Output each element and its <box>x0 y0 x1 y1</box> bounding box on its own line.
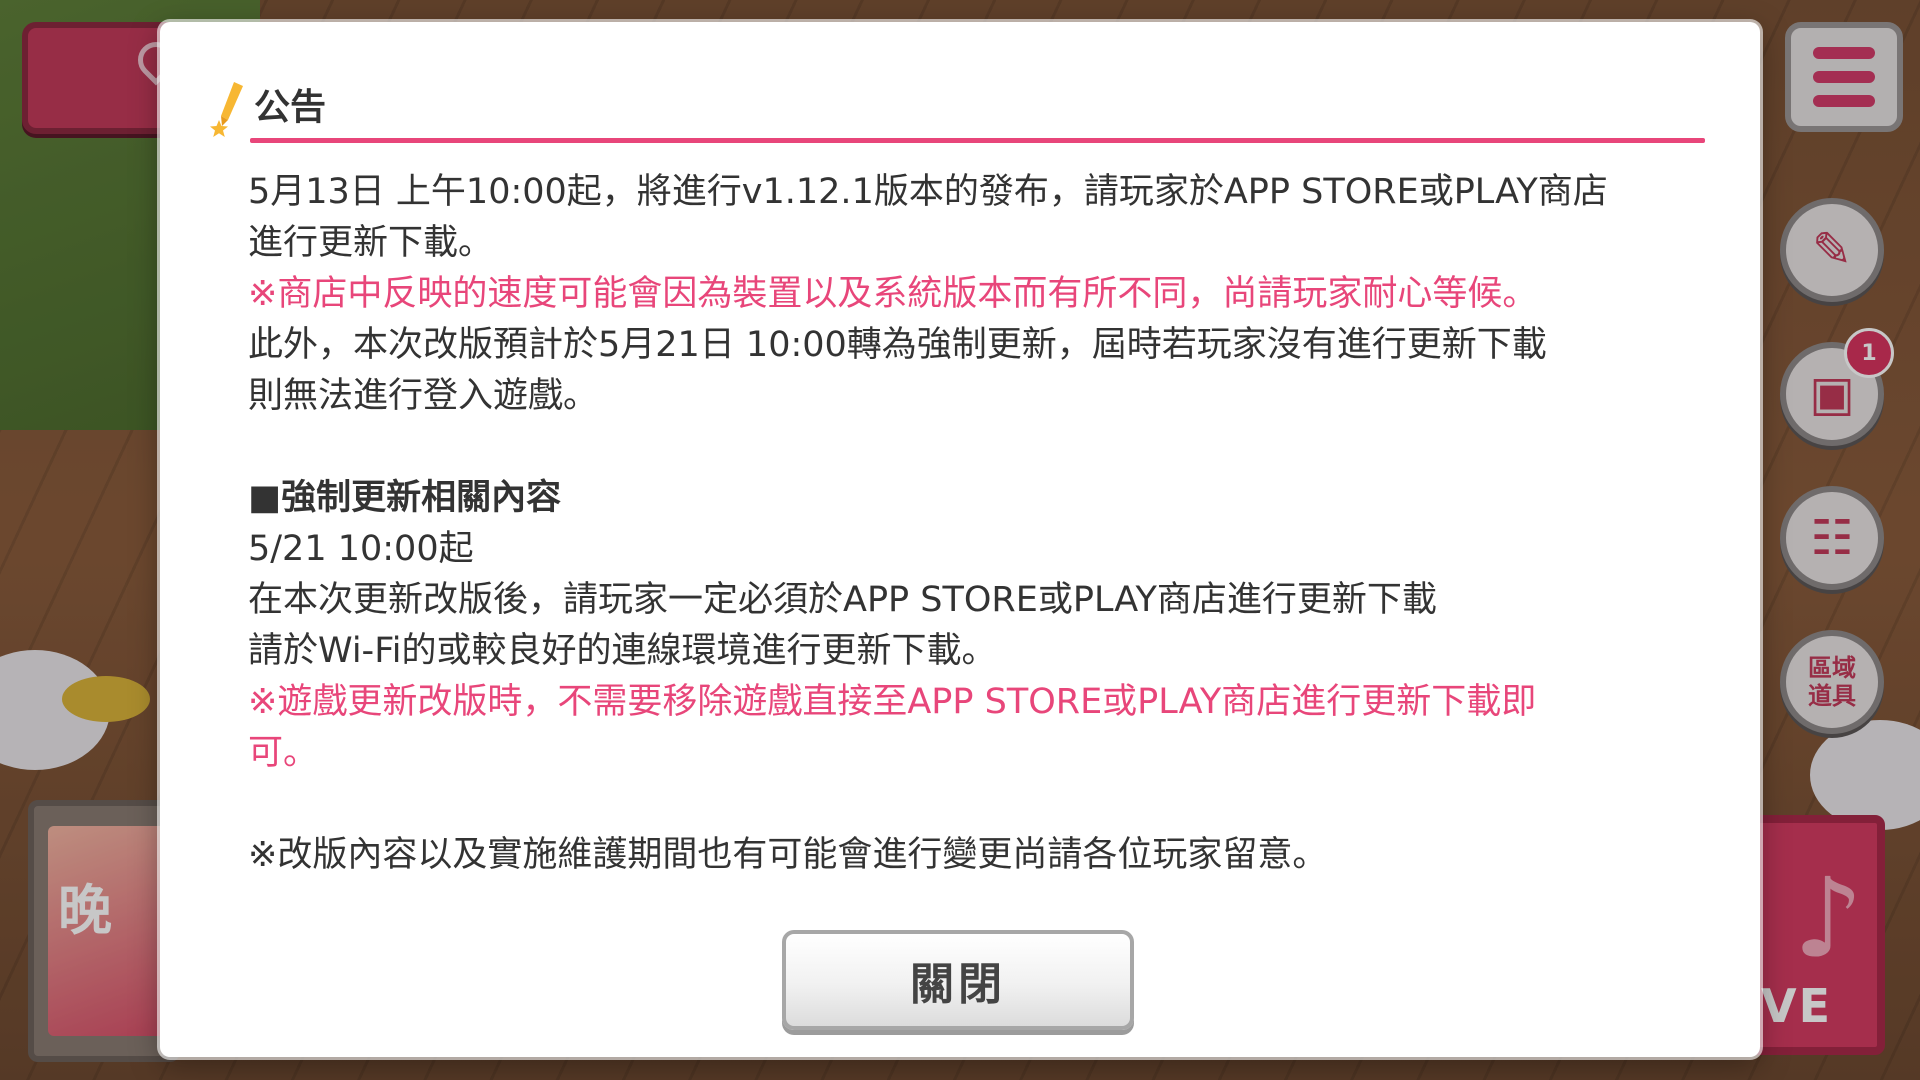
body-line: 則無法進行登入遊戲。 <box>248 376 599 416</box>
section-heading: ■強制更新相關內容 <box>248 478 562 518</box>
close-button[interactable]: 關閉 <box>782 930 1134 1030</box>
body-line: 進行更新下載。 <box>248 223 494 263</box>
announcement-modal: 公告 5月13日 上午10:00起，將進行v1.12.1版本的發布，請玩家於AP… <box>160 22 1760 1057</box>
pencil-star-icon <box>210 82 243 137</box>
modal-header: 公告 <box>210 52 1705 143</box>
update-note: ※遊戲更新改版時，不需要移除遊戲直接至APP STORE或PLAY商店進行更新下… <box>248 682 1537 722</box>
title-divider <box>250 138 1705 143</box>
body-line: 在本次更新改版後，請玩家一定必須於APP STORE或PLAY商店進行更新下載 <box>248 580 1437 620</box>
store-note: ※商店中反映的速度可能會因為裝置以及系統版本而有所不同，尚請玩家耐心等候。 <box>248 274 1538 314</box>
body-line: 5月13日 上午10:00起，將進行v1.12.1版本的發布，請玩家於APP S… <box>248 172 1608 212</box>
body-line: 此外，本次改版預計於5月21日 10:00轉為強制更新，屆時若玩家沒有進行更新下… <box>248 325 1547 365</box>
modal-title: 公告 <box>254 87 327 128</box>
announcement-body: 5月13日 上午10:00起，將進行v1.12.1版本的發布，請玩家於APP S… <box>248 167 1728 881</box>
body-line: 請於Wi-Fi的或較良好的連線環境進行更新下載。 <box>248 631 997 671</box>
body-line: 5/21 10:00起 <box>248 529 474 569</box>
update-note-continued: 可。 <box>248 733 319 773</box>
maintenance-note: ※改版內容以及實施維護期間也有可能會進行變更尚請各位玩家留意。 <box>248 835 1328 875</box>
